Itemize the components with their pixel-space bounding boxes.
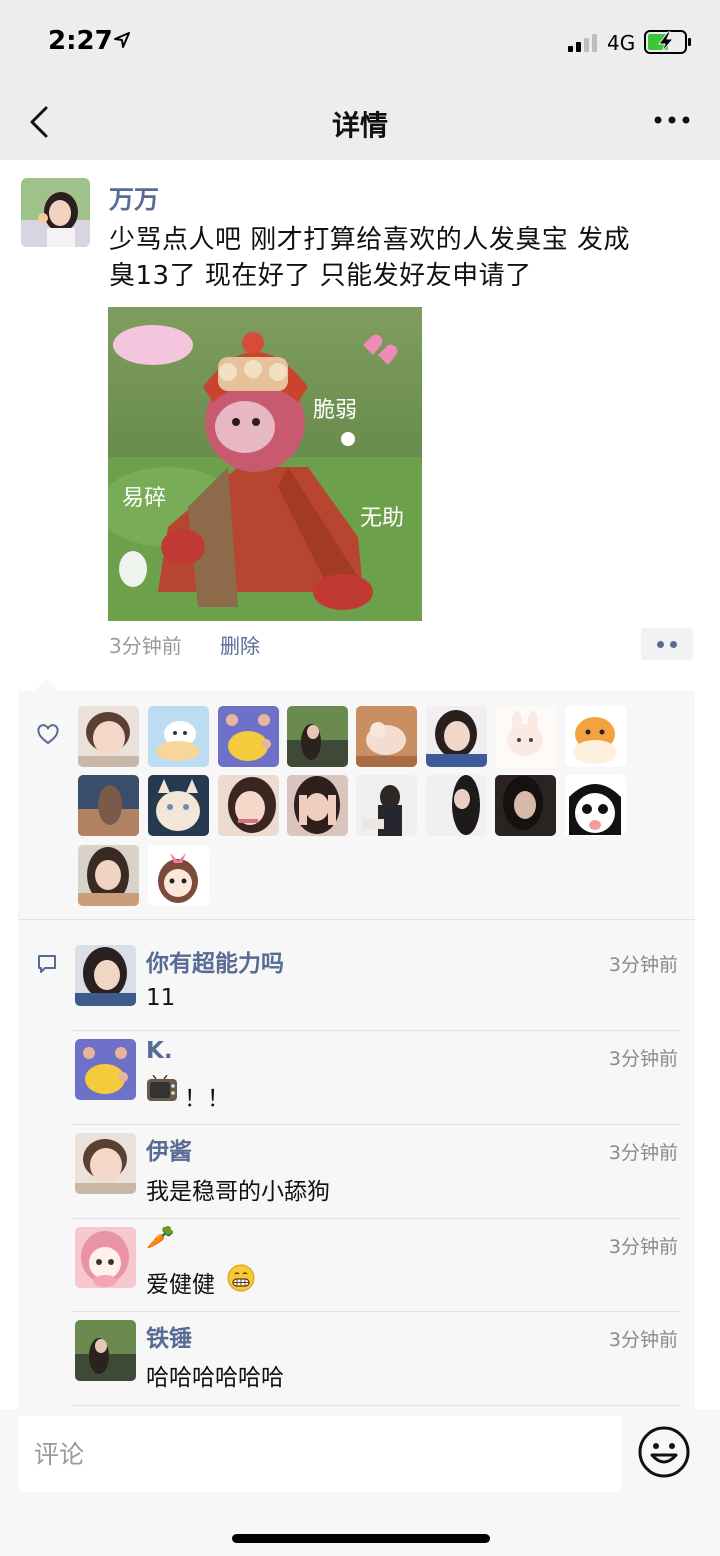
status-time: 2:27 [48,26,113,56]
heart-icon [37,724,59,745]
commenter-name[interactable]: 伊酱 [146,1132,192,1166]
liker-avatar[interactable] [426,706,487,767]
post-text-line: 臭13了 现在好了 只能发好友申请了 [109,261,532,291]
tv-icon [147,1075,177,1101]
liker-avatar[interactable] [287,706,348,767]
comment-text: 11 [146,985,176,1011]
liker-avatar[interactable] [495,706,556,767]
commenter-name[interactable]: 🥕 [146,1224,175,1251]
panel-arrow [34,679,58,691]
commenter-name[interactable]: 你有超能力吗 [146,944,284,978]
comment-divider [72,1030,680,1031]
comment-time: 3分钟前 [608,1329,678,1351]
delete-button[interactable]: 删除 [220,630,260,659]
commenter-avatar[interactable] [75,1320,136,1381]
liker-avatar[interactable] [78,706,139,767]
post-text: 少骂点人吧 刚才打算给喜欢的人发臭宝 发成 臭13了 现在好了 只能发好友申请了 [109,222,704,294]
commenter-avatar[interactable] [75,1039,136,1100]
author-avatar[interactable] [21,178,90,247]
battery-charging-icon [644,30,691,54]
liker-avatar[interactable] [426,775,487,836]
liker-avatar[interactable] [218,706,279,767]
comment-text: ！！ [184,1086,230,1112]
comment-time: 3分钟前 [608,954,678,976]
comment-time: 3分钟前 [608,1236,678,1258]
post-timestamp: 3分钟前 [109,634,182,658]
comment-text: 哈哈哈哈哈哈 [146,1365,284,1391]
liker-avatar[interactable] [148,706,209,767]
liker-avatar[interactable] [565,775,626,836]
liker-avatar[interactable] [356,706,417,767]
commenter-avatar[interactable] [75,945,136,1006]
comment-divider [72,1218,680,1219]
liker-avatar[interactable] [218,775,279,836]
liker-avatar[interactable] [565,706,626,767]
divider [18,919,695,920]
commenter-avatar[interactable] [75,1227,136,1288]
comment-divider [72,1124,680,1125]
network-type: 4G [607,31,636,55]
more-options-button[interactable] [652,108,692,132]
liker-avatar[interactable] [148,845,209,906]
emoji-button[interactable] [637,1425,691,1479]
commenter-name[interactable]: 铁锤 [146,1319,192,1353]
comment-text: 爱健健 [146,1272,215,1298]
comment-divider [72,1405,680,1406]
liker-avatar[interactable] [148,775,209,836]
home-indicator [232,1534,490,1543]
like-comment-menu-button[interactable] [641,628,693,660]
author-name[interactable]: 万万 [109,180,159,216]
cellular-signal-icon [568,34,597,52]
commenter-name[interactable]: K. [146,1038,173,1064]
comment-text: 我是稳哥的小舔狗 [146,1179,330,1205]
post-image[interactable]: 脆弱 易碎 无助 [108,307,422,621]
post-text-line: 少骂点人吧 刚才打算给喜欢的人发臭宝 发成 [109,225,631,255]
comment-time: 3分钟前 [608,1142,678,1164]
liker-avatar[interactable] [356,775,417,836]
location-arrow-icon [114,32,130,48]
comment-time: 3分钟前 [608,1048,678,1070]
page-title: 详情 [331,109,388,142]
comment-input[interactable] [18,1416,622,1492]
image-label: 脆弱 [313,398,357,423]
image-label: 易碎 [122,486,166,511]
image-label: 无助 [360,506,404,531]
comment-icon [38,955,56,973]
liker-avatar[interactable] [495,775,556,836]
comment-divider [72,1311,680,1312]
liker-avatar[interactable] [287,775,348,836]
liker-avatar[interactable] [78,845,139,906]
commenter-avatar[interactable] [75,1133,136,1194]
grinning-emoji-icon [227,1264,255,1292]
liker-avatar[interactable] [78,775,139,836]
